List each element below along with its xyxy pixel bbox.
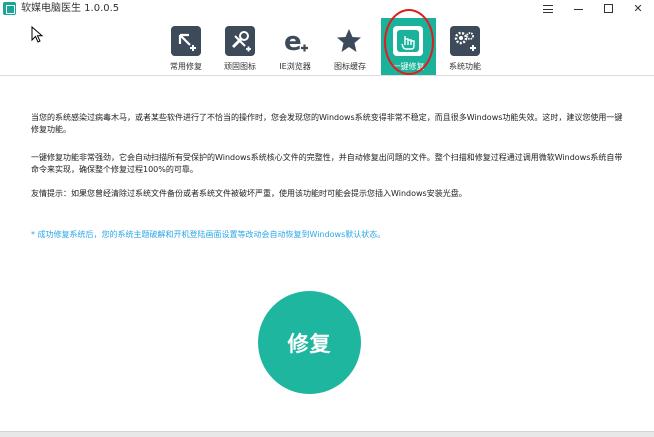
- app-window: 软媒电脑医生 1.0.0.5 ✕ 常用修复 顽固图标 e IE浏览器 图标缓存 …: [0, 0, 654, 437]
- tool-system-functions[interactable]: 系统功能: [444, 18, 486, 75]
- repair-button[interactable]: 修复: [258, 291, 361, 394]
- toolbar: 常用修复 顽固图标 e IE浏览器 图标缓存 一键修复 系统功能: [0, 18, 654, 75]
- close-icon: ✕: [633, 2, 643, 15]
- tool-label: 常用修复: [170, 62, 202, 71]
- tool-common-repair[interactable]: 常用修复: [165, 18, 207, 75]
- divider: [0, 75, 654, 76]
- gears-icon: [450, 26, 480, 56]
- app-logo-icon: [3, 2, 16, 15]
- tool-label: 一键修复: [392, 62, 425, 71]
- tool-label: 图标缓存: [334, 62, 366, 71]
- hamburger-icon: [543, 4, 553, 13]
- menu-button[interactable]: [533, 0, 563, 17]
- tool-label: IE浏览器: [279, 62, 311, 71]
- close-button[interactable]: ✕: [622, 0, 654, 17]
- minimize-button[interactable]: [563, 0, 593, 17]
- tool-one-click-repair[interactable]: 一键修复: [381, 18, 436, 75]
- tool-label: 顽固图标: [224, 62, 256, 71]
- tool-ie-browser[interactable]: e IE浏览器: [274, 18, 316, 75]
- description-paragraph: 当您的系统感染过病毒木马，或者某些软件进行了不恰当的操作时，您会发现您的Wind…: [31, 113, 623, 134]
- one-click-repair-icon: [393, 26, 423, 56]
- window-title: 软媒电脑医生 1.0.0.5: [21, 3, 120, 14]
- common-repair-icon: [171, 26, 201, 56]
- minimize-icon: [573, 9, 583, 10]
- maximize-button[interactable]: [593, 0, 623, 17]
- description-paragraph: 一键修复功能非常强劲，它会自动扫描所有受保护的Windows系统核心文件的完整性…: [31, 153, 623, 174]
- note-text: * 成功修复系统后，您的系统主题破解和开机登陆画面设置等改动会自动恢复到Wind…: [31, 230, 386, 239]
- bottom-bar: [0, 431, 654, 437]
- tool-label: 系统功能: [449, 62, 481, 71]
- tip-paragraph: 友情提示：如果您曾经清除过系统文件备份或者系统文件被破坏严重，使用该功能时可能会…: [31, 189, 467, 198]
- tool-stubborn-icons[interactable]: 顽固图标: [219, 18, 261, 75]
- svg-text:e: e: [284, 27, 302, 56]
- maximize-icon: [603, 4, 613, 13]
- tool-icon-cache[interactable]: 图标缓存: [329, 18, 371, 75]
- tools-icon: [225, 26, 255, 56]
- title-bar: 软媒电脑医生 1.0.0.5 ✕: [0, 0, 654, 17]
- star-icon: [337, 29, 363, 53]
- ie-icon: e: [284, 27, 308, 56]
